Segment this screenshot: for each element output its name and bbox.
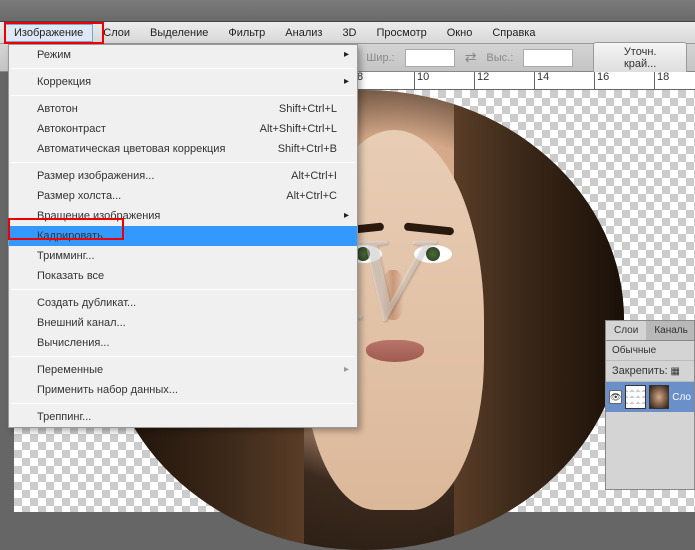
menu-bar: Изображение Слои Выделение Фильтр Анализ… [0, 22, 695, 44]
menu-trim[interactable]: Тримминг... [9, 246, 357, 266]
height-label: Выс.: [486, 52, 513, 64]
menu-rotate[interactable]: Вращение изображения [9, 206, 357, 226]
menu-help[interactable]: Справка [482, 24, 545, 42]
menu-autotone[interactable]: АвтотонShift+Ctrl+L [9, 99, 357, 119]
menu-analysis[interactable]: Анализ [275, 24, 332, 42]
menu-trapping: Треппинг... [9, 407, 357, 427]
image-menu-dropdown: Режим Коррекция АвтотонShift+Ctrl+L Авто… [8, 44, 358, 428]
menu-view[interactable]: Просмотр [367, 24, 437, 42]
menu-image[interactable]: Изображение [4, 24, 93, 42]
menu-3d[interactable]: 3D [332, 24, 366, 42]
layers-panel: Слои Каналь Обычные Закрепить: ▦ 👁 Сло [605, 320, 695, 490]
title-bar [0, 0, 695, 22]
menu-canvas-size[interactable]: Размер холста...Alt+Ctrl+C [9, 186, 357, 206]
menu-reveal-all[interactable]: Показать все [9, 266, 357, 286]
tab-channels[interactable]: Каналь [646, 321, 695, 340]
layer-item[interactable]: 👁 Сло [606, 382, 694, 412]
menu-autocolor[interactable]: Автоматическая цветовая коррекцияShift+C… [9, 139, 357, 159]
height-input[interactable] [523, 49, 573, 67]
layer-name: Сло [672, 392, 691, 403]
layer-mask-thumb[interactable] [625, 385, 645, 409]
lock-row: Закрепить: ▦ [606, 361, 694, 382]
width-label: Шир.: [366, 52, 394, 64]
menu-layers[interactable]: Слои [93, 24, 140, 42]
menu-filter[interactable]: Фильтр [218, 24, 275, 42]
menu-calculations[interactable]: Вычисления... [9, 333, 357, 353]
menu-image-size[interactable]: Размер изображения...Alt+Ctrl+I [9, 166, 357, 186]
menu-apply-dataset: Применить набор данных... [9, 380, 357, 400]
menu-correction[interactable]: Коррекция [9, 72, 357, 92]
menu-duplicate[interactable]: Создать дубликат... [9, 293, 357, 313]
tab-layers[interactable]: Слои [606, 321, 646, 340]
menu-mode[interactable]: Режим [9, 45, 357, 65]
visibility-icon[interactable]: 👁 [609, 390, 622, 404]
refine-edge-button[interactable]: Уточн. край... [593, 42, 687, 74]
blend-mode-select[interactable]: Обычные [606, 341, 694, 361]
menu-window[interactable]: Окно [437, 24, 483, 42]
menu-apply-image[interactable]: Внешний канал... [9, 313, 357, 333]
menu-autocontrast[interactable]: АвтоконтрастAlt+Shift+Ctrl+L [9, 119, 357, 139]
menu-variables: Переменные [9, 360, 357, 380]
swap-icon[interactable]: ⇄ [465, 49, 477, 66]
layer-thumb[interactable] [649, 385, 669, 409]
width-input[interactable] [405, 49, 455, 67]
menu-crop[interactable]: Кадрировать [9, 226, 357, 246]
menu-select[interactable]: Выделение [140, 24, 218, 42]
